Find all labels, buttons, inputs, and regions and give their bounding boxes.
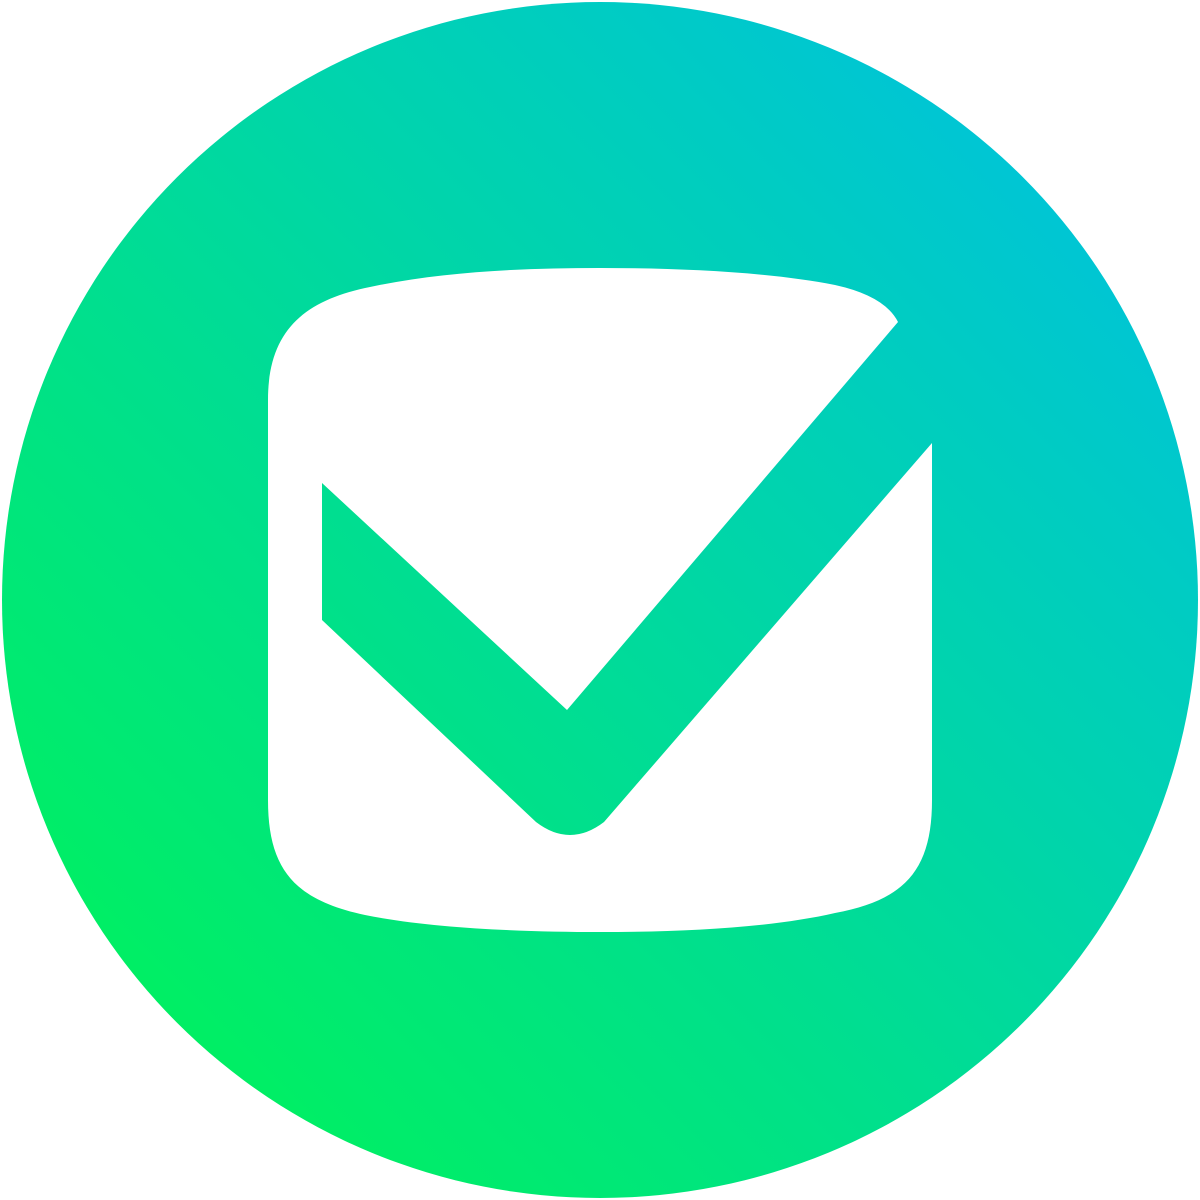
logo-graphic <box>2 2 1198 1198</box>
app-logo <box>0 0 1200 1200</box>
